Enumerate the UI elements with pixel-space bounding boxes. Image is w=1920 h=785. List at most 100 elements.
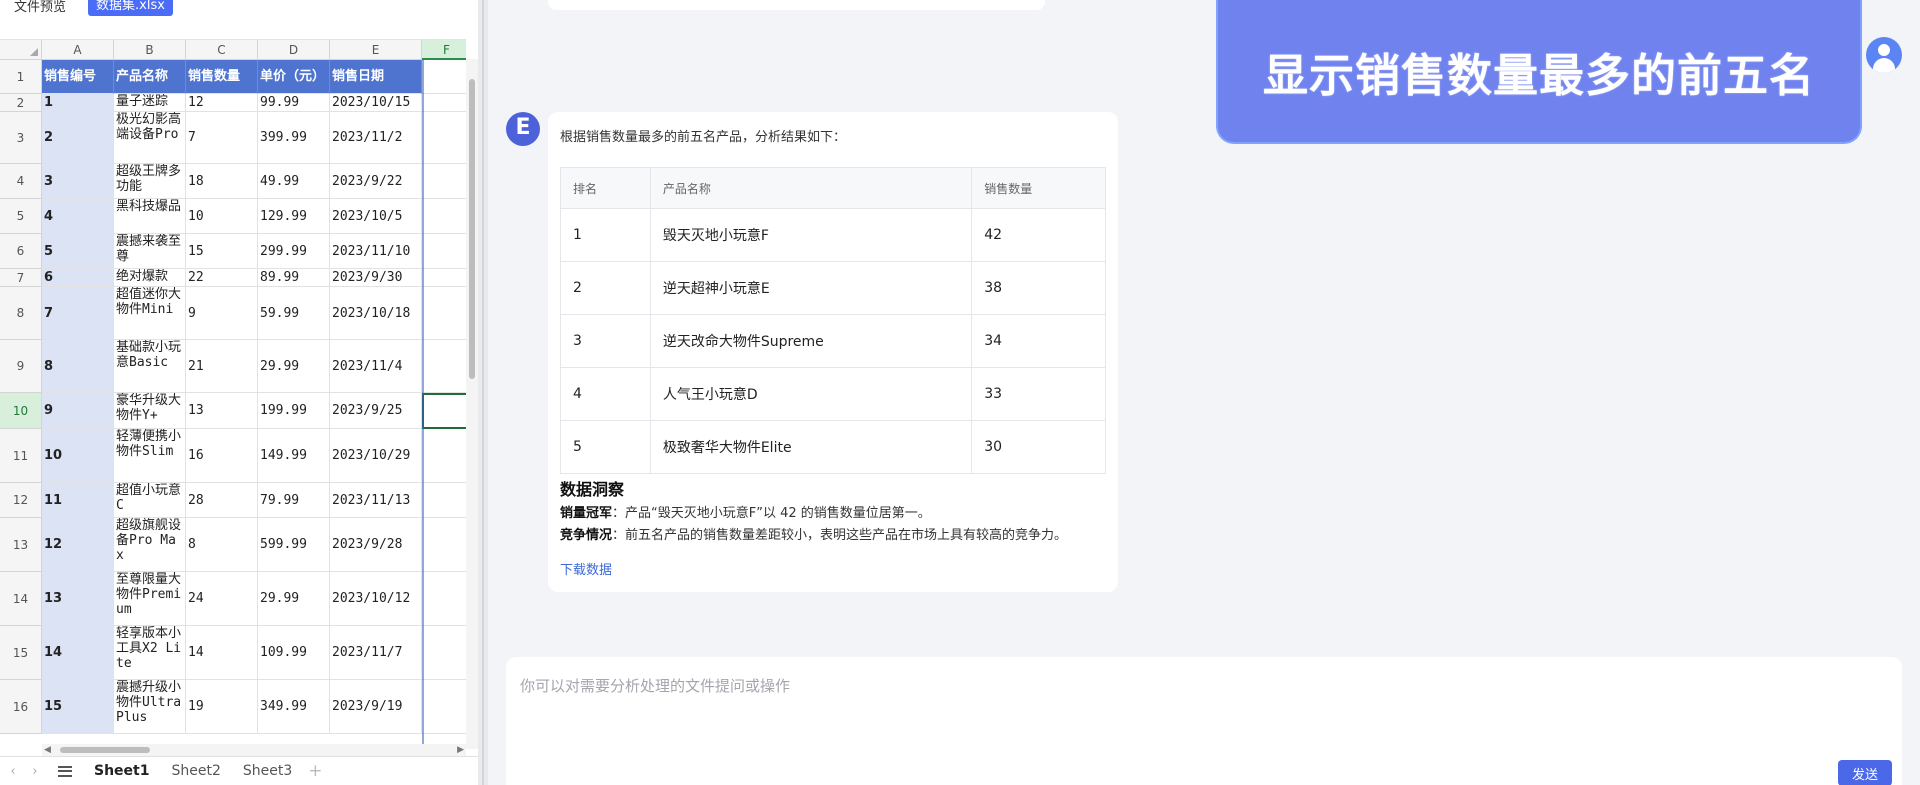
pane-resizer[interactable] — [478, 0, 488, 785]
scroll-right-arrow-icon[interactable]: ▶ — [457, 745, 464, 755]
table-cell[interactable]: 10 — [42, 429, 114, 483]
table-cell[interactable]: 2023/9/19 — [330, 680, 422, 734]
table-cell[interactable]: 2023/10/5 — [330, 199, 422, 234]
column-header[interactable]: E — [330, 40, 422, 60]
table-cell[interactable]: 8 — [186, 518, 258, 572]
header-cell[interactable]: 销售编号 — [42, 60, 114, 94]
vertical-scrollbar[interactable] — [466, 59, 478, 749]
table-cell[interactable]: 2 — [42, 112, 114, 164]
table-cell[interactable]: 2023/11/7 — [330, 626, 422, 680]
table-cell[interactable]: 基础款小玩意Basic — [114, 340, 186, 393]
header-cell[interactable]: 销售日期 — [330, 60, 422, 94]
add-sheet-icon[interactable]: + — [308, 761, 322, 781]
table-cell[interactable]: 极光幻影高端设备Pro — [114, 112, 186, 164]
table-cell[interactable]: 299.99 — [258, 234, 330, 269]
table-cell[interactable]: 79.99 — [258, 483, 330, 518]
table-cell[interactable]: 2023/11/2 — [330, 112, 422, 164]
table-cell[interactable]: 28 — [186, 483, 258, 518]
table-cell[interactable]: 2023/11/13 — [330, 483, 422, 518]
table-cell[interactable] — [422, 572, 466, 626]
row-header[interactable]: 2 — [0, 94, 42, 112]
table-cell[interactable]: 59.99 — [258, 287, 330, 340]
table-cell[interactable]: 15 — [42, 680, 114, 734]
table-cell[interactable]: 2023/11/4 — [330, 340, 422, 393]
table-cell[interactable]: 超级旗舰设备Pro Max — [114, 518, 186, 572]
select-all-corner[interactable] — [0, 40, 42, 60]
sheet-tab-3[interactable]: Sheet3 — [243, 763, 292, 779]
table-cell[interactable]: 12 — [186, 94, 258, 112]
table-cell[interactable]: 22 — [186, 269, 258, 287]
table-cell[interactable]: 199.99 — [258, 393, 330, 429]
table-cell[interactable]: 2023/9/25 — [330, 393, 422, 429]
table-cell[interactable]: 13 — [186, 393, 258, 429]
table-cell[interactable]: 16 — [186, 429, 258, 483]
table-cell[interactable]: 轻薄便携小物件Slim — [114, 429, 186, 483]
table-cell[interactable] — [422, 287, 466, 340]
row-header[interactable]: 15 — [0, 626, 42, 680]
column-header[interactable]: B — [114, 40, 186, 60]
table-cell[interactable]: 6 — [42, 269, 114, 287]
table-cell[interactable] — [422, 164, 466, 199]
table-cell[interactable]: 109.99 — [258, 626, 330, 680]
row-header[interactable]: 6 — [0, 234, 42, 269]
table-cell[interactable]: 2023/10/12 — [330, 572, 422, 626]
sheet-tab-1[interactable]: Sheet1 — [94, 763, 149, 779]
table-cell[interactable]: 2023/10/29 — [330, 429, 422, 483]
download-data-link[interactable]: 下载数据 — [560, 559, 612, 578]
table-cell[interactable]: 399.99 — [258, 112, 330, 164]
table-cell[interactable]: 599.99 — [258, 518, 330, 572]
active-cell[interactable] — [422, 393, 466, 429]
header-cell[interactable]: 销售数量 — [186, 60, 258, 94]
table-cell[interactable]: 超级王牌多功能 — [114, 164, 186, 199]
row-header[interactable]: 9 — [0, 340, 42, 393]
table-cell[interactable]: 29.99 — [258, 572, 330, 626]
prev-sheet-icon[interactable]: ‹ — [4, 764, 22, 779]
table-cell[interactable]: 2023/10/15 — [330, 94, 422, 112]
column-header[interactable]: D — [258, 40, 330, 60]
table-cell[interactable]: 2023/9/30 — [330, 269, 422, 287]
table-cell[interactable]: 49.99 — [258, 164, 330, 199]
chat-input[interactable] — [520, 677, 1420, 695]
table-cell[interactable]: 5 — [42, 234, 114, 269]
spreadsheet[interactable]: A B C D E F 1 销售编号 产品名称 销售数量 单价（元） 销售日期 2 1 量子迷踪 12 99.9… — [0, 39, 466, 744]
table-cell[interactable]: 13 — [42, 572, 114, 626]
table-cell[interactable]: 轻享版本小工具X2 Lite — [114, 626, 186, 680]
header-cell[interactable]: 产品名称 — [114, 60, 186, 94]
table-cell[interactable]: 89.99 — [258, 269, 330, 287]
table-cell[interactable]: 10 — [186, 199, 258, 234]
table-cell[interactable]: 14 — [42, 626, 114, 680]
sheet-list-menu-icon[interactable] — [58, 765, 72, 777]
row-header[interactable]: 1 — [0, 60, 42, 94]
column-header[interactable]: F — [422, 40, 466, 60]
table-cell[interactable] — [422, 518, 466, 572]
table-cell[interactable]: 11 — [42, 483, 114, 518]
table-cell[interactable] — [422, 60, 466, 94]
file-tab[interactable]: 数据集.xlsx — [88, 0, 173, 16]
sheet-tab-2[interactable]: Sheet2 — [171, 763, 220, 779]
row-header[interactable]: 8 — [0, 287, 42, 340]
row-header[interactable]: 12 — [0, 483, 42, 518]
column-header[interactable]: C — [186, 40, 258, 60]
table-cell[interactable]: 超值迷你大物件Mini — [114, 287, 186, 340]
table-cell[interactable]: 超值小玩意C — [114, 483, 186, 518]
table-cell[interactable] — [422, 112, 466, 164]
table-cell[interactable]: 349.99 — [258, 680, 330, 734]
horizontal-scrollbar[interactable]: ◀ ▶ — [42, 744, 466, 756]
table-cell[interactable]: 2023/9/22 — [330, 164, 422, 199]
table-cell[interactable]: 99.99 — [258, 94, 330, 112]
table-cell[interactable]: 21 — [186, 340, 258, 393]
header-cell[interactable]: 单价（元） — [258, 60, 330, 94]
table-cell[interactable]: 豪华升级大物件Y+ — [114, 393, 186, 429]
table-cell[interactable]: 149.99 — [258, 429, 330, 483]
row-header[interactable]: 7 — [0, 269, 42, 287]
table-cell[interactable] — [422, 234, 466, 269]
table-cell[interactable] — [422, 94, 466, 112]
vertical-scrollbar-thumb[interactable] — [469, 79, 475, 379]
table-cell[interactable]: 量子迷踪 — [114, 94, 186, 112]
table-cell[interactable] — [422, 680, 466, 734]
table-cell[interactable]: 绝对爆款 — [114, 269, 186, 287]
table-cell[interactable]: 19 — [186, 680, 258, 734]
table-cell[interactable]: 9 — [186, 287, 258, 340]
horizontal-scrollbar-thumb[interactable] — [60, 747, 150, 753]
row-header[interactable]: 4 — [0, 164, 42, 199]
